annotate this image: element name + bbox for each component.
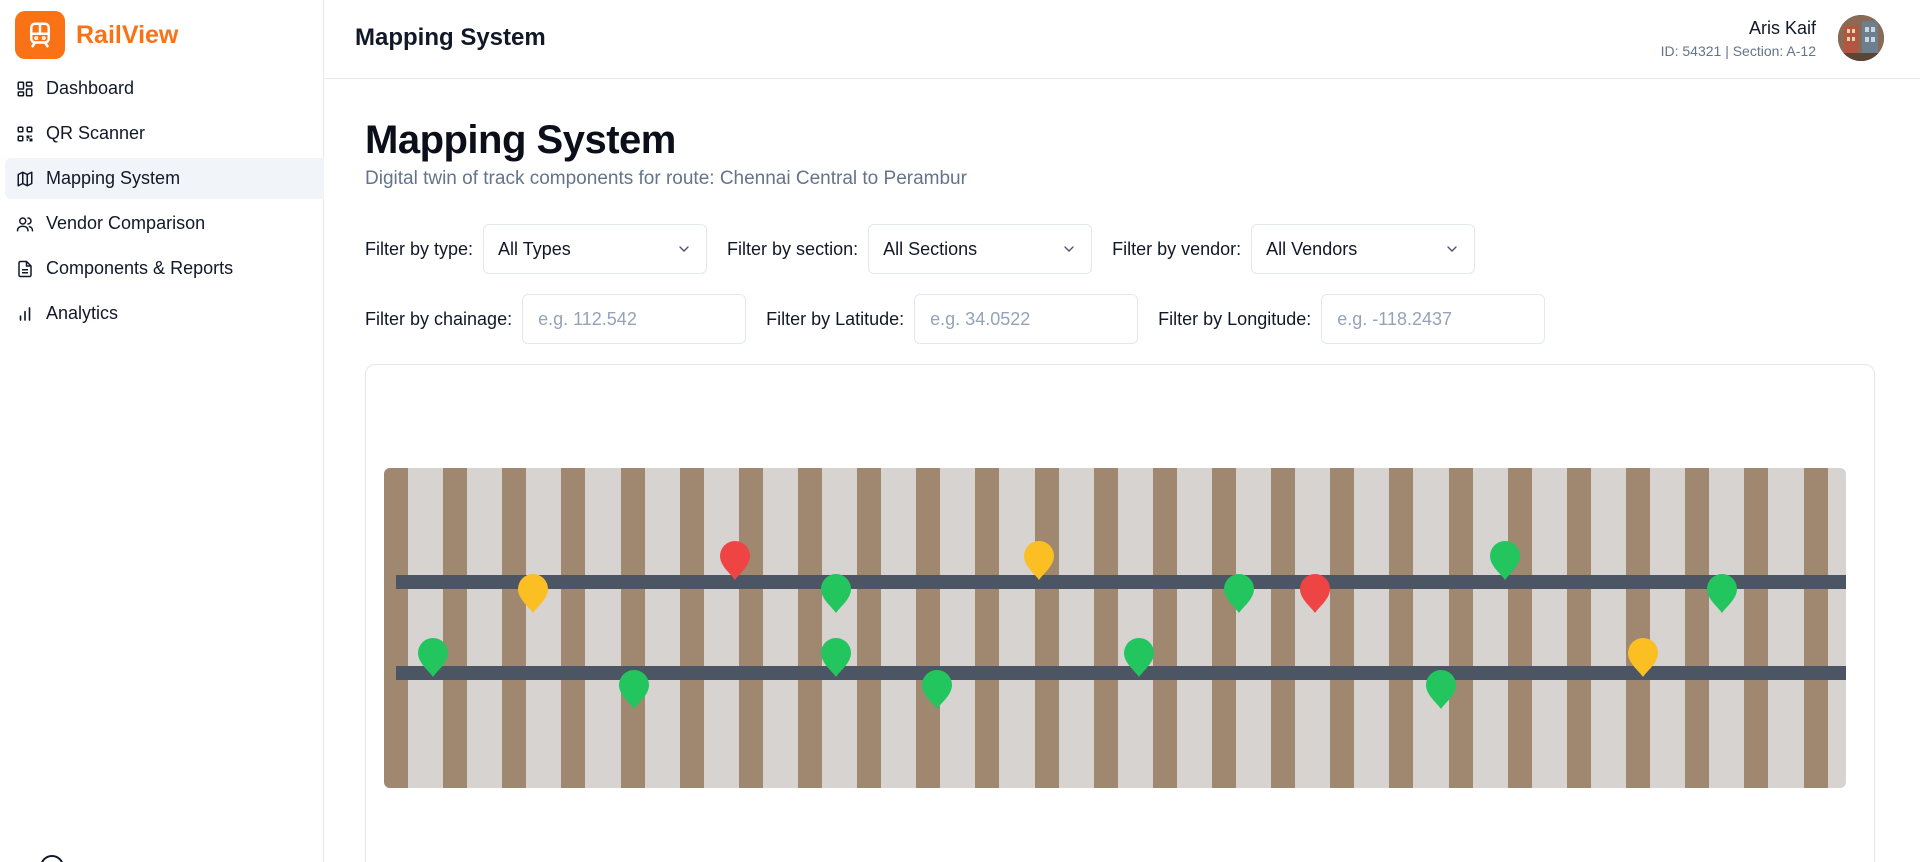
filter-type-select[interactable]: All Types	[483, 224, 708, 274]
rail-top	[396, 575, 1846, 589]
avatar[interactable]	[1838, 15, 1884, 61]
component-marker-ok	[821, 574, 851, 613]
sidebar-item-label: Dashboard	[46, 78, 135, 98]
sleeper	[1626, 468, 1650, 788]
sidebar-item-label: Vendor Comparison	[46, 213, 206, 233]
sleeper	[1685, 468, 1709, 788]
filter-vendor-value: All Vendors	[1266, 238, 1358, 259]
chevron-down-icon	[679, 246, 689, 252]
sleeper	[502, 468, 526, 788]
filter-section-value: All Sections	[883, 238, 978, 259]
sidebar-item-label: QR Scanner	[46, 123, 146, 143]
main-content: Mapping System Digital twin of track com…	[325, 80, 1920, 862]
train-icon	[15, 11, 65, 59]
document-icon	[16, 260, 34, 278]
dashboard-icon	[16, 80, 34, 98]
sidebar-item-label: Analytics	[46, 303, 119, 323]
sleeper	[916, 468, 940, 788]
sleeper	[384, 468, 408, 788]
page-subtitle: Digital twin of track components for rou…	[365, 168, 967, 189]
page-title: Mapping System	[365, 118, 676, 162]
sleeper	[1094, 468, 1118, 788]
sleeper	[1567, 468, 1591, 788]
logout-icon[interactable]	[40, 855, 64, 862]
filter-type-value: All Types	[498, 238, 571, 259]
component-marker-ok	[1707, 574, 1737, 613]
filter-vendor-label: Filter by vendor:	[1112, 238, 1242, 259]
users-icon	[16, 215, 34, 233]
track-canvas	[384, 468, 1846, 788]
user-meta: ID: 54321 | Section: A-12	[1660, 43, 1816, 59]
sleeper	[1389, 468, 1413, 788]
filter-type-label: Filter by type:	[365, 238, 474, 259]
chevron-down-icon	[1064, 246, 1074, 252]
sleeper	[1508, 468, 1532, 788]
chainage-input[interactable]	[522, 294, 747, 344]
sleeper	[1449, 468, 1473, 788]
sleeper	[1153, 468, 1177, 788]
brand-name: RailView	[76, 20, 179, 49]
sleeper	[1035, 468, 1059, 788]
user-info[interactable]: Aris Kaif ID: 54321 | Section: A-12	[1661, 18, 1816, 59]
sleeper	[857, 468, 881, 788]
filter-chainage-label: Filter by chainage:	[365, 308, 513, 329]
latitude-input[interactable]	[914, 294, 1139, 344]
longitude-input[interactable]	[1321, 294, 1546, 344]
sidebar-item-label: Mapping System	[46, 168, 181, 188]
sleeper	[798, 468, 822, 788]
sleeper	[680, 468, 704, 788]
header-title: Mapping System	[355, 24, 546, 51]
sleeper	[975, 468, 999, 788]
filter-section-label: Filter by section:	[727, 238, 859, 259]
sidebar-item-qr-scanner[interactable]: QR Scanner	[5, 113, 324, 154]
sidebar-item-components-reports[interactable]: Components & Reports	[5, 248, 324, 289]
user-name: Aris Kaif	[1748, 18, 1816, 38]
map-card	[365, 364, 1875, 862]
sidebar-item-dashboard[interactable]: Dashboard	[5, 68, 324, 109]
brand[interactable]: RailView	[15, 11, 178, 59]
sidebar-item-analytics[interactable]: Analytics	[5, 293, 324, 334]
rail-bottom	[396, 666, 1846, 680]
sidebar: RailView Dashboard QR Scanner Mapping Sy…	[0, 0, 324, 862]
filter-longitude-label: Filter by Longitude:	[1158, 308, 1312, 329]
filter-row-primary: Filter by type: All Types Filter by sect…	[365, 224, 1495, 274]
bar-chart-icon	[16, 305, 34, 323]
sleeper	[621, 468, 645, 788]
component-marker-critical	[1300, 574, 1330, 613]
sidebar-item-vendor-comparison[interactable]: Vendor Comparison	[5, 203, 324, 244]
sleeper	[1330, 468, 1354, 788]
filter-latitude-label: Filter by Latitude:	[766, 308, 905, 329]
chevron-down-icon	[1447, 246, 1457, 252]
map-icon	[16, 170, 34, 188]
sleeper	[1212, 468, 1236, 788]
sleeper	[1744, 468, 1768, 788]
sleeper	[1271, 468, 1295, 788]
sidebar-item-mapping-system[interactable]: Mapping System	[5, 158, 324, 199]
sleeper	[1804, 468, 1828, 788]
sleeper	[739, 468, 763, 788]
filter-section-select[interactable]: All Sections	[868, 224, 1093, 274]
sidebar-nav: Dashboard QR Scanner Mapping System Vend…	[5, 68, 324, 338]
top-header: Mapping System Aris Kaif ID: 54321 | Sec…	[325, 0, 1920, 79]
sleeper	[443, 468, 467, 788]
filter-row-location: Filter by chainage: Filter by Latitude: …	[365, 294, 1565, 344]
qr-icon	[16, 125, 34, 143]
filter-vendor-select[interactable]: All Vendors	[1251, 224, 1476, 274]
sidebar-item-label: Components & Reports	[46, 258, 234, 278]
sleeper	[561, 468, 585, 788]
track-map[interactable]	[384, 468, 1846, 788]
